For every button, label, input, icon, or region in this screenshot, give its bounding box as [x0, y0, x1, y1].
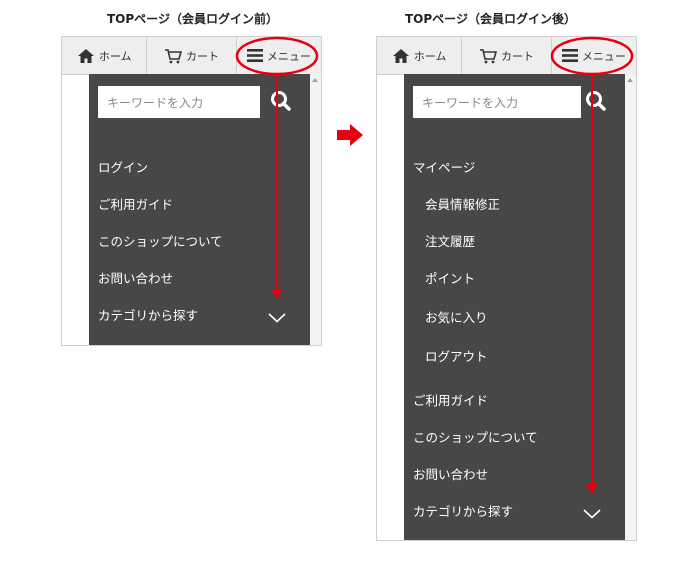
screen-before-login: ホーム カート メニュー キーワードを入力 ログイン ご利用ガイド このショップ…	[61, 36, 322, 346]
scroll-up-arrow-icon[interactable]	[312, 78, 318, 82]
nav-home-button[interactable]: ホーム	[62, 37, 148, 74]
menu-item-contact[interactable]: お問い合わせ	[98, 268, 173, 287]
cart-icon	[164, 48, 182, 64]
menu-panel: キーワードを入力 マイページ 会員情報修正 注文履歴 ポイント お気に入り ログ…	[404, 74, 625, 540]
nav-cart-label: カート	[186, 49, 219, 63]
menu-item-about[interactable]: このショップについて	[98, 231, 223, 250]
menu-item-mypage[interactable]: マイページ	[413, 157, 475, 176]
hamburger-icon	[246, 49, 263, 62]
menu-item-guide[interactable]: ご利用ガイド	[413, 390, 488, 409]
submenu-item-order-history[interactable]: 注文履歴	[425, 231, 475, 250]
home-icon	[77, 48, 95, 64]
nav-home-button[interactable]: ホーム	[377, 37, 463, 74]
menu-item-login[interactable]: ログイン	[98, 157, 148, 176]
top-nav-bar: ホーム カート メニュー	[377, 37, 636, 75]
top-nav-bar: ホーム カート メニュー	[62, 37, 321, 75]
menu-item-category[interactable]: カテゴリから探す	[98, 305, 198, 324]
nav-menu-button[interactable]: メニュー	[552, 37, 636, 74]
search-input[interactable]: キーワードを入力	[413, 86, 581, 118]
screen-after-login: ホーム カート メニュー キーワードを入力 マイページ 会員情報修正 注文履歴 …	[376, 36, 637, 541]
submenu-item-logout[interactable]: ログアウト	[425, 346, 488, 365]
hamburger-icon	[561, 49, 578, 62]
caption-after-login: TOPページ（会員ログイン後）	[405, 12, 576, 26]
caption-before-login: TOPページ（会員ログイン前）	[107, 12, 278, 26]
nav-cart-button[interactable]: カート	[147, 37, 237, 74]
chevron-down-icon[interactable]	[583, 504, 601, 523]
menu-item-about[interactable]: このショップについて	[413, 427, 538, 446]
menu-item-guide[interactable]: ご利用ガイド	[98, 194, 173, 213]
nav-cart-label: カート	[501, 49, 534, 63]
search-input[interactable]: キーワードを入力	[98, 86, 260, 118]
nav-menu-button[interactable]: メニュー	[237, 37, 321, 74]
submenu-item-member-edit[interactable]: 会員情報修正	[425, 194, 500, 213]
nav-cart-button[interactable]: カート	[462, 37, 552, 74]
search-icon[interactable]	[585, 90, 607, 116]
menu-item-contact[interactable]: お問い合わせ	[413, 464, 488, 483]
chevron-down-icon[interactable]	[268, 308, 286, 327]
menu-panel: キーワードを入力 ログイン ご利用ガイド このショップについて お問い合わせ カ…	[89, 74, 310, 345]
home-icon	[392, 48, 410, 64]
cart-icon	[479, 48, 497, 64]
right-arrow-icon	[337, 124, 363, 150]
submenu-item-favorites[interactable]: お気に入り	[425, 307, 488, 326]
nav-home-label: ホーム	[413, 49, 447, 63]
menu-item-category[interactable]: カテゴリから探す	[413, 501, 513, 520]
nav-home-label: ホーム	[98, 49, 132, 63]
scroll-up-arrow-icon[interactable]	[627, 78, 633, 82]
submenu-item-points[interactable]: ポイント	[425, 268, 475, 287]
nav-menu-label: メニュー	[581, 49, 626, 63]
search-icon[interactable]	[270, 90, 292, 116]
nav-menu-label: メニュー	[266, 49, 311, 63]
